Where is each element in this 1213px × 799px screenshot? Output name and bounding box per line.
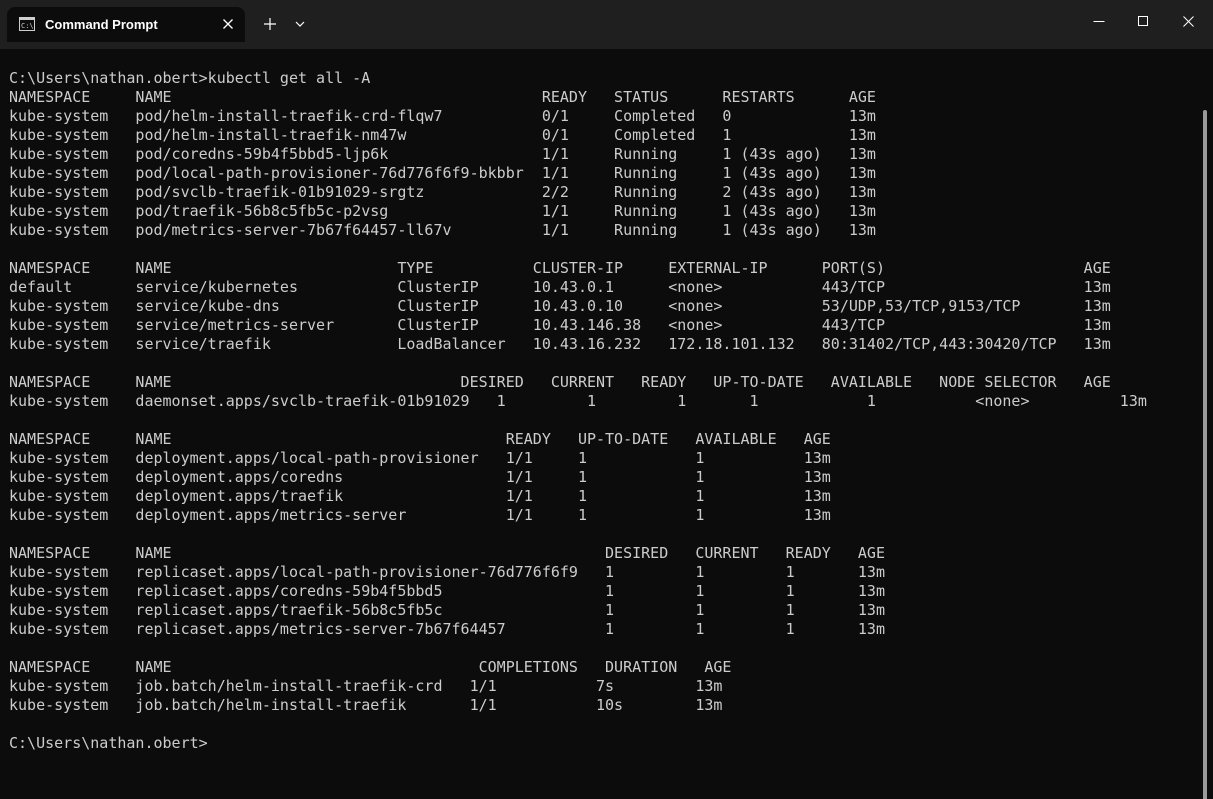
- close-icon[interactable]: [1166, 0, 1212, 44]
- terminal-line: kube-system replicaset.apps/local-path-p…: [9, 563, 885, 581]
- terminal-line: kube-system service/metrics-server Clust…: [9, 316, 1111, 334]
- terminal-line: C:\Users\nathan.obert>kubectl get all -A: [9, 69, 371, 87]
- terminal-line: NAMESPACE NAME DESIRED CURRENT READY AGE: [9, 544, 885, 562]
- svg-text:C:\: C:\: [21, 22, 34, 30]
- terminal-line: kube-system daemonset.apps/svclb-traefik…: [9, 392, 1147, 410]
- terminal-line: kube-system job.batch/helm-install-traef…: [9, 677, 723, 695]
- plus-icon[interactable]: [259, 13, 281, 35]
- cmd-icon: C:\: [19, 17, 35, 31]
- terminal-line: kube-system service/traefik LoadBalancer…: [9, 335, 1111, 353]
- terminal-line: NAMESPACE NAME READY UP-TO-DATE AVAILABL…: [9, 430, 831, 448]
- terminal-line: NAMESPACE NAME DESIRED CURRENT READY UP-…: [9, 373, 1111, 391]
- terminal-line: kube-system replicaset.apps/traefik-56b8…: [9, 601, 885, 619]
- terminal-line: kube-system deployment.apps/coredns 1/1 …: [9, 468, 831, 486]
- terminal-line: kube-system pod/traefik-56b8c5fb5c-p2vsg…: [9, 202, 876, 220]
- terminal-line: kube-system pod/local-path-provisioner-7…: [9, 164, 876, 182]
- terminal-line: kube-system pod/metrics-server-7b67f6445…: [9, 221, 876, 239]
- vertical-scrollbar[interactable]: [1203, 110, 1207, 799]
- terminal-line: C:\Users\nathan.obert>: [9, 734, 208, 752]
- console-text[interactable]: C:\Users\nathan.obert>kubectl get all -A…: [9, 69, 1147, 753]
- close-tab-icon[interactable]: [220, 16, 236, 32]
- terminal-line: kube-system pod/svclb-traefik-01b91029-s…: [9, 183, 876, 201]
- terminal-line: NAMESPACE NAME COMPLETIONS DURATION AGE: [9, 658, 732, 676]
- minimize-icon[interactable]: [1076, 0, 1122, 44]
- terminal-line: kube-system job.batch/helm-install-traef…: [9, 696, 723, 714]
- terminal-line: kube-system pod/coredns-59b4f5bbd5-ljp6k…: [9, 145, 876, 163]
- terminal-line: kube-system replicaset.apps/metrics-serv…: [9, 620, 885, 638]
- chevron-down-icon[interactable]: [290, 13, 310, 35]
- terminal-line: kube-system pod/helm-install-traefik-crd…: [9, 107, 876, 125]
- tab-command-prompt[interactable]: C:\ Command Prompt: [7, 7, 245, 42]
- terminal-line: kube-system deployment.apps/local-path-p…: [9, 449, 831, 467]
- terminal-window: C:\ Command Prompt C:\Users\nathan.obert…: [0, 0, 1213, 799]
- maximize-icon[interactable]: [1121, 0, 1167, 44]
- title-bar[interactable]: C:\ Command Prompt: [0, 0, 1213, 49]
- terminal-line: kube-system service/kube-dns ClusterIP 1…: [9, 297, 1111, 315]
- terminal-line: kube-system replicaset.apps/coredns-59b4…: [9, 582, 885, 600]
- terminal-line: kube-system deployment.apps/metrics-serv…: [9, 506, 831, 524]
- terminal-line: NAMESPACE NAME TYPE CLUSTER-IP EXTERNAL-…: [9, 259, 1111, 277]
- terminal-line: default service/kubernetes ClusterIP 10.…: [9, 278, 1111, 296]
- terminal-line: NAMESPACE NAME READY STATUS RESTARTS AGE: [9, 88, 876, 106]
- tab-title: Command Prompt: [45, 17, 158, 32]
- terminal-line: kube-system deployment.apps/traefik 1/1 …: [9, 487, 831, 505]
- terminal-line: kube-system pod/helm-install-traefik-nm4…: [9, 126, 876, 144]
- terminal-output-area[interactable]: C:\Users\nathan.obert>kubectl get all -A…: [0, 49, 1213, 799]
